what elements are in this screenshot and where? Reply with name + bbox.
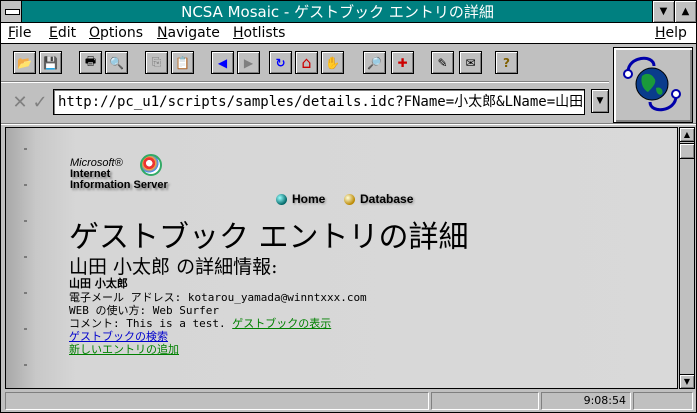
scroll-down-button[interactable]: ▼ xyxy=(680,374,694,388)
email-label: 電子メール アドレス: xyxy=(69,291,188,304)
menu-edit[interactable]: Edit xyxy=(49,25,76,42)
comment-line: コメント: This is a test. ゲストブックの表示 xyxy=(69,317,331,330)
email-value: kotarou_yamada@winntxxx.com xyxy=(187,291,367,304)
page-title: ゲストブック エントリの詳細 xyxy=(69,220,469,255)
comment-value: This is a test. xyxy=(126,317,226,330)
menu-file[interactable]: File xyxy=(8,25,31,42)
content-separator xyxy=(1,123,696,125)
maximize-button[interactable]: ▲ xyxy=(674,1,696,22)
confirm-url-button[interactable]: ✓ xyxy=(29,91,51,113)
scroll-up-button[interactable]: ▲ xyxy=(680,128,694,142)
copy-icon[interactable]: ⎘ xyxy=(145,51,168,74)
background-dot xyxy=(24,220,27,222)
background-dot xyxy=(24,184,27,186)
entry-name: 山田 小太郎 xyxy=(69,277,128,290)
status-bar: 9:08:54 xyxy=(1,391,696,412)
menu-help[interactable]: Help xyxy=(655,25,687,42)
window-title: NCSA Mosaic - ゲストブック エントリの詳細 xyxy=(181,3,494,21)
background-dot xyxy=(24,148,27,150)
home-icon[interactable]: ⌂ xyxy=(295,51,318,74)
email-line: 電子メール アドレス: kotarou_yamada@winntxxx.com xyxy=(69,291,367,304)
menu-navigate[interactable]: Navigate xyxy=(157,25,220,42)
open-folder-icon[interactable]: 📂 xyxy=(13,51,36,74)
save-icon[interactable]: 💾 xyxy=(39,51,62,74)
home-ball-icon xyxy=(276,193,287,205)
mail-icon[interactable]: ✉ xyxy=(459,51,482,74)
paste-icon[interactable]: 📋 xyxy=(171,51,194,74)
print-preview-icon[interactable]: 🔍 xyxy=(105,51,128,74)
find-icon[interactable]: 🔎 xyxy=(363,51,386,74)
status-message-field xyxy=(5,392,429,410)
background-dot xyxy=(24,328,27,330)
status-extra-field xyxy=(633,392,693,410)
url-dropdown-button[interactable]: ▼ xyxy=(591,89,609,113)
status-progress-field xyxy=(431,392,539,410)
web-usage-line: WEB の使い方: Web Surfer xyxy=(69,304,219,317)
status-clock: 9:08:54 xyxy=(541,392,631,410)
stop-hand-icon[interactable]: ✋ xyxy=(321,51,344,74)
web-usage-value: Web Surfer xyxy=(152,304,219,317)
print-icon[interactable]: 🖶 xyxy=(79,51,102,74)
document-view: Microsoft® Internet Information Server H… xyxy=(5,127,678,389)
background-dot xyxy=(24,256,27,258)
menu-hotlists[interactable]: Hotlists xyxy=(233,25,285,42)
add-hotlist-icon[interactable]: ✚ xyxy=(391,51,414,74)
scroll-thumb[interactable] xyxy=(680,143,694,159)
cancel-url-button[interactable]: ✕ xyxy=(9,91,31,113)
add-entry-row: 新しいエントリの追加 xyxy=(69,343,179,356)
back-icon[interactable]: ◀ xyxy=(211,51,234,74)
menu-options[interactable]: Options xyxy=(89,25,143,42)
url-row: ✕ ✓ http://pc_u1/scripts/samples/details… xyxy=(1,83,609,121)
vertical-scrollbar[interactable]: ▲ ▼ xyxy=(679,127,695,389)
page-subtitle: 山田 小太郎 の詳細情報: xyxy=(69,256,278,278)
background-dot xyxy=(24,292,27,294)
system-menu-button[interactable] xyxy=(1,1,22,22)
show-guestbook-link[interactable]: ゲストブックの表示 xyxy=(232,317,331,330)
toolbar: 📂 💾 🖶 🔍 ⎘ 📋 ◀ ▶ ↻ ⌂ ✋ 🔎 ✚ ✎ ✉ ? xyxy=(1,45,609,81)
nav-database-link[interactable]: Database xyxy=(344,192,413,206)
title-bar[interactable]: NCSA Mosaic - ゲストブック エントリの詳細 ▼ ▲ xyxy=(1,1,696,23)
globe-icon xyxy=(623,56,681,112)
search-guestbook-link[interactable]: ゲストブックの検索 xyxy=(69,330,168,343)
nav-home-link[interactable]: Home xyxy=(276,192,325,206)
database-ball-icon xyxy=(344,193,355,205)
web-usage-label: WEB の使い方: xyxy=(69,304,153,317)
background-dot xyxy=(24,364,27,366)
mosaic-logo[interactable] xyxy=(613,47,693,123)
mosaic-window: NCSA Mosaic - ゲストブック エントリの詳細 ▼ ▲ File Ed… xyxy=(0,0,697,413)
add-entry-link[interactable]: 新しいエントリの追加 xyxy=(69,343,179,356)
minimize-button[interactable]: ▼ xyxy=(652,1,674,22)
annotate-icon[interactable]: ✎ xyxy=(431,51,454,74)
search-guestbook-row: ゲストブックの検索 xyxy=(69,330,168,343)
iis-swirl-icon xyxy=(140,154,162,176)
forward-icon[interactable]: ▶ xyxy=(237,51,260,74)
comment-label: コメント: xyxy=(69,317,127,330)
iis-logo-server: Information Server xyxy=(70,179,168,191)
url-input[interactable]: http://pc_u1/scripts/samples/details.idc… xyxy=(53,89,585,115)
help-icon[interactable]: ? xyxy=(495,51,518,74)
menu-bar: File Edit Options Navigate Hotlists Help xyxy=(1,23,696,44)
reload-icon[interactable]: ↻ xyxy=(269,51,292,74)
iis-logo: Microsoft® Internet Information Server xyxy=(70,154,168,191)
